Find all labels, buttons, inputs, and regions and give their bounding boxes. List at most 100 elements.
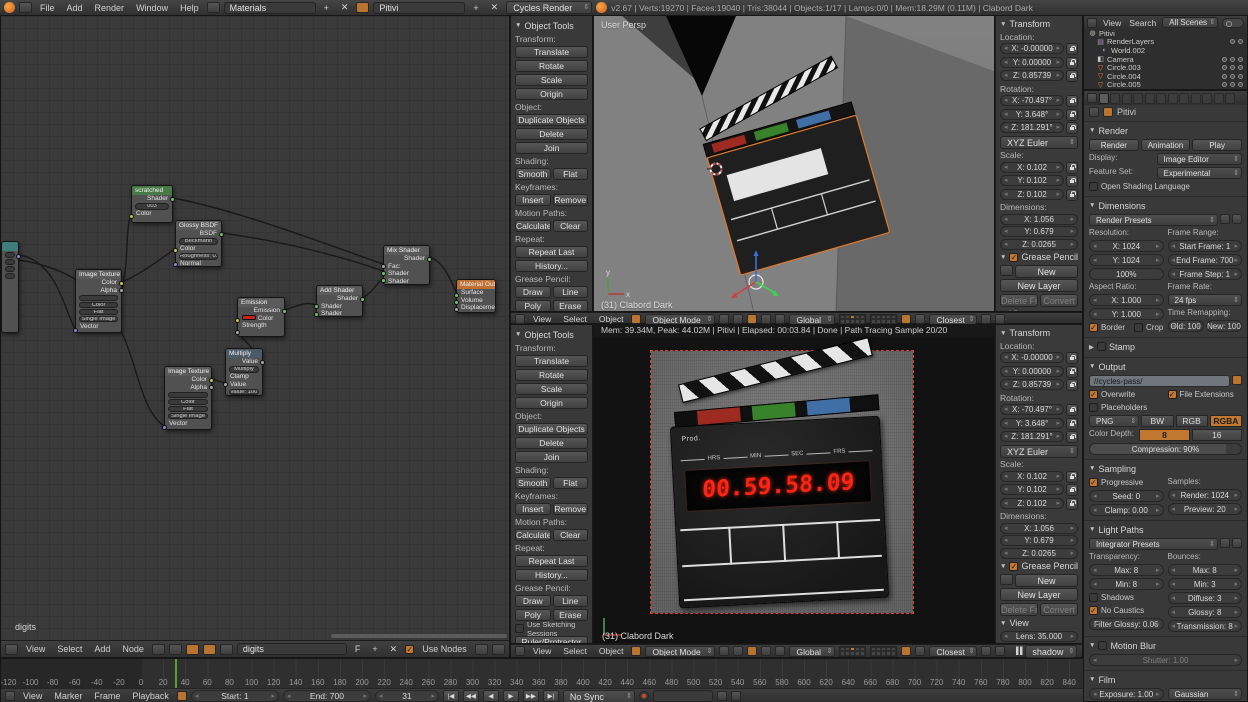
join-button[interactable]: Join — [515, 142, 588, 154]
editor-type-icon[interactable] — [1087, 18, 1097, 28]
value-slider[interactable]: Value: 100.000 — [229, 389, 259, 396]
distribution-select[interactable]: Beckmann — [179, 238, 218, 245]
node-title[interactable]: Mix Shader — [384, 246, 429, 255]
seed-field[interactable]: Seed: 0 — [1089, 490, 1164, 502]
bounces-max-field[interactable]: Max: 8 — [1168, 564, 1243, 576]
lock-icon[interactable] — [1066, 484, 1078, 496]
dimension-y-field[interactable]: Y: 0.679 — [1000, 226, 1078, 237]
socket-normal-in[interactable] — [173, 262, 178, 267]
render-opengl-icon[interactable] — [981, 314, 991, 324]
outliner-row-renderlayers[interactable]: ▤ RenderLayers — [1084, 38, 1247, 47]
lock-icon[interactable] — [1066, 189, 1078, 201]
rotation-z-field[interactable]: Z: 181.291° — [1000, 431, 1064, 442]
join-button[interactable]: Join — [515, 451, 588, 463]
scale-x-field[interactable]: X: 0.102 — [1000, 471, 1064, 482]
material-unlink-button[interactable]: ✕ — [386, 644, 402, 655]
pivot-icon[interactable] — [733, 646, 743, 656]
scene-add-button[interactable]: + — [469, 3, 482, 13]
menu-marker[interactable]: Marker — [50, 691, 86, 701]
viewport-shading-icon[interactable] — [719, 314, 729, 324]
menu-select[interactable]: Select — [559, 314, 591, 324]
render-visibility-icon[interactable] — [1238, 57, 1243, 62]
gp-new-button[interactable]: New — [1015, 265, 1078, 278]
selectability-icon[interactable] — [1230, 57, 1235, 62]
crop-checkbox[interactable] — [1134, 323, 1143, 332]
scale-z-field[interactable]: Z: 0.102 — [1000, 189, 1064, 200]
socket-shader-in[interactable] — [314, 304, 319, 309]
grease-pencil-panel-title[interactable]: Grease Pencil — [1021, 561, 1078, 571]
transparency-max-field[interactable]: Max: 8 — [1089, 564, 1164, 576]
duplicate-button[interactable]: Duplicate Objects — [515, 423, 588, 435]
file-extensions-checkbox[interactable] — [1168, 390, 1177, 399]
tab-render-layers-icon[interactable] — [1110, 93, 1120, 104]
node-title[interactable]: Glossy BSDF — [176, 221, 221, 230]
menu-render[interactable]: Render — [91, 3, 129, 13]
delete-button[interactable]: Delete — [515, 128, 588, 140]
menu-frame[interactable]: Frame — [90, 691, 124, 701]
node-title[interactable]: Multiply — [226, 349, 262, 358]
lens-field[interactable]: Lens: 35.000 — [1000, 631, 1078, 642]
material-name-field[interactable]: digits — [237, 643, 347, 655]
socket-shader-out[interactable] — [360, 297, 365, 302]
origin-button[interactable]: Origin — [515, 88, 588, 100]
aspect-x-field[interactable]: X: 1.000 — [1089, 294, 1164, 306]
fake-user-button[interactable]: F — [351, 644, 365, 654]
clear-paths-button[interactable]: Clear — [553, 529, 589, 541]
layers-grid[interactable] — [870, 314, 897, 325]
scale-button[interactable]: Scale — [515, 74, 588, 86]
viewport-rendered[interactable]: Prod. HRSMINSECFRS 00.59.58.09 (31) Clab… — [593, 336, 995, 644]
outliner-row-mesh[interactable]: ▽ Circle.004 — [1084, 72, 1247, 81]
gp-convert-button[interactable]: Convert — [1040, 603, 1078, 616]
tab-world-icon[interactable] — [1133, 93, 1143, 104]
gp-new-layer-button[interactable]: New Layer — [1000, 279, 1078, 292]
rgb-button[interactable]: RGB — [1176, 415, 1208, 427]
search-input[interactable] — [1222, 18, 1244, 28]
history-button[interactable]: History... — [515, 260, 588, 272]
color-space-select[interactable]: Color — [168, 399, 208, 406]
selectability-icon[interactable] — [1230, 74, 1235, 79]
socket-shader-out[interactable] — [427, 257, 432, 262]
outliner-row-mesh[interactable]: ▽ Circle.005 — [1084, 81, 1247, 90]
stamp-checkbox[interactable] — [1097, 342, 1106, 351]
file-format-select[interactable]: PNG — [1089, 415, 1139, 427]
node-group-scratched[interactable]: scratched Shader 003 Color — [131, 185, 173, 223]
material-add-button[interactable]: + — [368, 644, 381, 654]
node-glossy-bsdf[interactable]: Glossy BSDF BSDF Beckmann Color Roughnes… — [175, 220, 222, 267]
resolution-y-field[interactable]: Y: 1024 — [1089, 254, 1164, 266]
socket-fac-in[interactable] — [381, 264, 386, 269]
play-button[interactable]: ▶ — [503, 690, 519, 702]
remap-new-field[interactable]: New: 100 — [1206, 320, 1242, 332]
socket-alpha-out[interactable] — [209, 385, 214, 390]
preview-samples-field[interactable]: Preview: 20 — [1168, 503, 1243, 515]
manipulator-translate-icon[interactable] — [747, 314, 757, 324]
socket-shader-in[interactable] — [381, 278, 386, 283]
lock-icon[interactable] — [1066, 404, 1078, 416]
filter-type-select[interactable]: Gaussian — [1168, 688, 1243, 700]
dimension-x-field[interactable]: X: 1.056 — [1000, 214, 1078, 225]
scale-x-field[interactable]: X: 0.102 — [1000, 162, 1064, 173]
proportional-edit-icon[interactable] — [915, 646, 925, 656]
snap-magnet-icon[interactable] — [901, 646, 911, 656]
object-icon[interactable] — [203, 644, 216, 655]
osl-checkbox[interactable] — [1089, 182, 1098, 191]
flat-button[interactable]: Flat — [553, 168, 589, 180]
scale-y-field[interactable]: Y: 0.102 — [1000, 175, 1064, 186]
transform-panel-title[interactable]: Transform — [1009, 19, 1050, 29]
depth-8-button[interactable]: 8 — [1139, 429, 1189, 441]
grease-pencil-panel-title[interactable]: Grease Pencil — [1021, 252, 1078, 262]
preset-remove-icon[interactable] — [1232, 214, 1242, 224]
compression-slider[interactable]: Compression: 90% — [1089, 443, 1242, 455]
gp-line-button[interactable]: Line — [553, 286, 589, 298]
lock-icon[interactable] — [1066, 109, 1078, 121]
node-add-shader[interactable]: Add Shader Shader Shader Shader — [316, 285, 363, 317]
flat-button[interactable]: Flat — [553, 477, 589, 489]
menu-window[interactable]: Window — [132, 3, 172, 13]
menu-playback[interactable]: Playback — [128, 691, 173, 701]
lock-icon[interactable] — [1066, 122, 1078, 134]
node-title[interactable]: Emission — [238, 298, 284, 307]
rotate-button[interactable]: Rotate — [515, 369, 588, 381]
gp-convert-button[interactable]: Convert — [1040, 294, 1078, 307]
timeline-ruler[interactable]: -120-100-80-60-40-2002040608010012014016… — [1, 659, 1083, 689]
tab-render-icon[interactable] — [1099, 93, 1109, 104]
gp-draw-button[interactable]: Draw — [515, 595, 551, 607]
